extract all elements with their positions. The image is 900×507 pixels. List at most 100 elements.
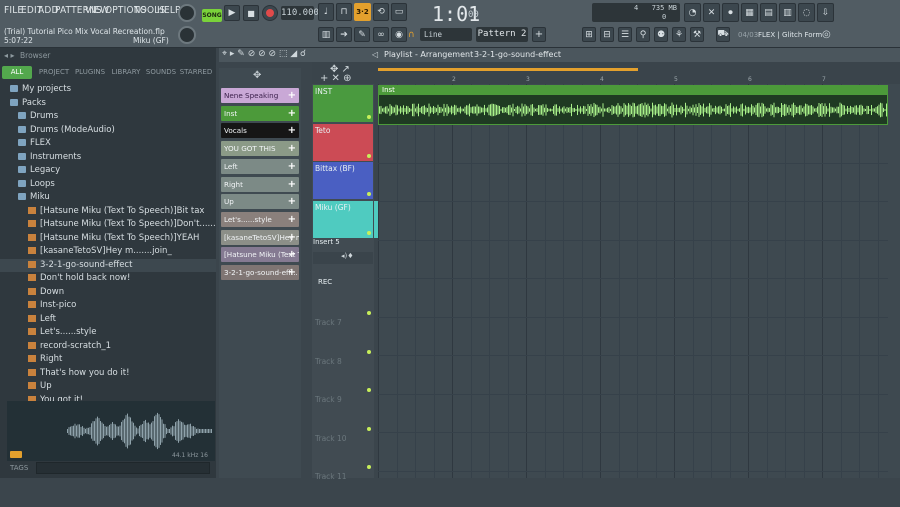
cart-button[interactable]: ⛟ <box>716 27 730 42</box>
play-button[interactable]: ▶ <box>224 5 240 21</box>
tool-2-button[interactable]: ⊟ <box>600 27 614 42</box>
browser-file-item[interactable]: Left <box>0 313 216 327</box>
browser-file-item[interactable]: That's how you do it! <box>0 367 216 381</box>
preview-play-icon[interactable] <box>10 451 22 458</box>
stop-button[interactable]: ■ <box>243 5 259 21</box>
loop-record-button[interactable]: ⟲ <box>373 3 389 21</box>
channel-plus-icon[interactable]: + <box>288 159 296 174</box>
add-pattern-button[interactable]: + <box>532 27 546 42</box>
cpu-graph-button[interactable]: ◔ <box>684 3 701 22</box>
channel-plus-icon[interactable]: + <box>288 88 296 103</box>
browser-file-item[interactable]: Up <box>0 380 216 394</box>
browser-file-item[interactable]: Don't hold back now! <box>0 272 216 286</box>
browser-file-item[interactable]: [kasaneTetoSV]Hey m.......join_ <box>0 245 216 259</box>
channel-button[interactable]: [Hatsune Miku (Text T...+ <box>221 247 299 263</box>
tool-7-button[interactable]: ⚒ <box>690 27 704 42</box>
channel-plus-icon[interactable]: + <box>288 123 296 138</box>
blend-button[interactable]: ▭ <box>391 3 407 21</box>
playlist-nav-icon[interactable]: ◁ <box>372 50 378 59</box>
track-active-icon[interactable] <box>367 388 371 392</box>
browser-arrows-icon[interactable]: ◂ ▸ <box>4 51 15 60</box>
time-selection[interactable] <box>378 68 638 71</box>
channel-plus-icon[interactable]: + <box>288 265 296 280</box>
channel-button[interactable]: YOU GOT THIS + <box>221 141 299 157</box>
browser-tab-plugins[interactable]: PLUGINS <box>72 66 108 79</box>
browser-folder-item[interactable]: My projects <box>0 83 216 97</box>
channel-plus-icon[interactable]: + <box>288 194 296 209</box>
browser-folder-item[interactable]: Packs <box>0 97 216 111</box>
track-active-icon[interactable] <box>367 426 371 431</box>
snap-magnet-button[interactable]: ✎ <box>354 27 370 42</box>
tags-input[interactable] <box>36 462 210 474</box>
browser-tab-starred[interactable]: STARRED <box>178 66 214 79</box>
typing-keyboard-button[interactable]: ▥ <box>318 27 334 42</box>
browser-file-item[interactable]: 3-2-1-go-sound-effect <box>0 258 216 272</box>
channel-button[interactable]: 3-2-1-go-sound-eff... + <box>221 265 299 280</box>
globe-icon[interactable]: ◎ <box>822 29 831 40</box>
tool-4-button[interactable]: ⚲ <box>636 27 650 42</box>
playlist-button[interactable]: ▤ <box>760 3 777 22</box>
playlist-tools[interactable]: ⌖ ▸ ✎ ⊘ ⊘ ⊘ ⬚ ◢ ☌ <box>222 49 306 59</box>
browser-folder-item[interactable]: Drums <box>0 110 216 124</box>
inst-clip[interactable]: Inst <box>378 85 888 125</box>
channel-plus-icon[interactable]: + <box>288 212 296 227</box>
channel-button[interactable]: Let's......style + <box>221 211 299 227</box>
piano-roll-button[interactable]: ▦ <box>741 3 758 22</box>
channel-button[interactable]: Right + <box>221 176 299 192</box>
wait-button[interactable]: ⊓ <box>336 3 352 21</box>
tool-6-button[interactable]: ⚘ <box>672 27 686 42</box>
mute-icon[interactable]: ◂)♦ <box>341 252 354 260</box>
channel-button[interactable]: Up + <box>221 194 299 210</box>
track-header[interactable]: Track 10 <box>313 426 373 469</box>
browser-file-item[interactable]: Down <box>0 286 216 300</box>
track-header[interactable]: Track 7 <box>313 311 373 353</box>
browser-folder-item[interactable]: Loops <box>0 178 216 192</box>
browser-folder-item[interactable]: FLEX <box>0 137 216 151</box>
track-active-icon[interactable] <box>367 349 371 354</box>
track-header[interactable]: Teto <box>313 123 373 161</box>
track-header[interactable]: Track 9 <box>313 388 373 430</box>
tool-5-button[interactable]: ⚉ <box>654 27 668 42</box>
channel-button[interactable]: Inst + <box>221 105 299 121</box>
news-text[interactable]: FLEX | Glitch Form <box>758 31 822 39</box>
channel-button[interactable]: Nene Speaking + <box>221 88 299 103</box>
snap-select[interactable]: Line <box>420 28 472 41</box>
browser-file-item[interactable]: Let's......style <box>0 326 216 340</box>
chat-button[interactable]: ◌ <box>798 3 815 22</box>
master-pitch-knob[interactable] <box>178 26 196 44</box>
track-header[interactable]: Bittax (BF) <box>313 162 373 199</box>
channel-plus-icon[interactable]: + <box>288 247 296 262</box>
channel-plus-icon[interactable]: + <box>288 141 296 156</box>
mixer-button[interactable]: ✕ <box>703 3 720 22</box>
channel-plus-icon[interactable]: + <box>288 230 296 245</box>
browser-tab-project[interactable]: PROJECT <box>36 66 72 79</box>
browser-folder-item[interactable]: Drums (ModeAudio) <box>0 124 216 138</box>
browser-tab-library[interactable]: LIBRARY <box>108 66 144 79</box>
step-edit-button[interactable]: ➔ <box>336 27 352 42</box>
browser-tab-sounds[interactable]: SOUNDS <box>144 66 178 79</box>
browser-file-item[interactable]: Right <box>0 353 216 367</box>
mic-button[interactable]: ⏺ <box>722 3 739 22</box>
track-header[interactable]: Miku (GF) <box>313 200 373 238</box>
mixer-controls[interactable]: ◂)♦ <box>313 252 373 264</box>
pattern-select[interactable]: Pattern 2 <box>476 27 528 42</box>
track-active-icon[interactable] <box>367 115 371 119</box>
tool-3-button[interactable]: ☰ <box>618 27 632 42</box>
download-button[interactable]: ⇩ <box>817 3 834 22</box>
browser-folder-item[interactable]: Miku <box>0 191 216 205</box>
track-header[interactable]: Track 11 <box>313 465 373 507</box>
record-button[interactable] <box>262 5 278 21</box>
browser-file-item[interactable]: [Hatsune Miku (Text To Speech)]Don't....… <box>0 218 216 232</box>
channel-plus-icon[interactable]: + <box>288 106 296 121</box>
browser-folder-item[interactable]: Instruments <box>0 151 216 165</box>
add-track-icon[interactable]: + ✕ ⊕ <box>320 73 352 84</box>
song-mode-button[interactable]: SONG <box>202 9 222 22</box>
countdown-button[interactable]: 3·2 <box>354 3 371 21</box>
tool-1-button[interactable]: ⊞ <box>582 27 596 42</box>
track-active-icon[interactable] <box>367 192 371 196</box>
browser-file-item[interactable]: [Hatsune Miku (Text To Speech)]YEAH <box>0 232 216 246</box>
browser-folder-item[interactable]: Legacy <box>0 164 216 178</box>
track-active-icon[interactable] <box>367 230 371 235</box>
browser-file-item[interactable]: [Hatsune Miku (Text To Speech)]Bit tax <box>0 205 216 219</box>
glue-button[interactable]: ◉ <box>391 27 407 42</box>
